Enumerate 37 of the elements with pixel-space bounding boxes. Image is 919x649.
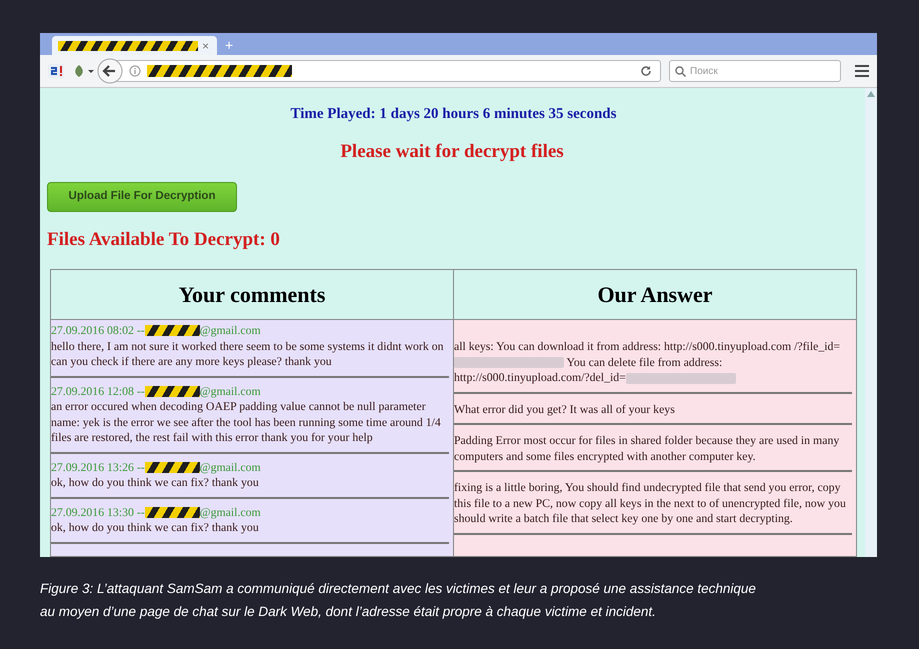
comment-time: 27.09.2016 08:02 -- (51, 323, 145, 338)
files-available: Files Available To Decrypt: 0 (47, 228, 281, 252)
back-icon[interactable] (97, 58, 123, 84)
status-message: Please wait for decrypt files (339, 140, 565, 164)
search-field[interactable]: Поиск (669, 60, 841, 82)
comment-text: ok, how do you think we can fix? thank you (51, 475, 260, 490)
info-icon[interactable] (129, 65, 141, 77)
redaction-stripes (144, 506, 200, 518)
column-header: Our Answer (596, 281, 714, 309)
close-icon[interactable]: × (202, 40, 210, 52)
comment-time: 27.09.2016 13:26 -- (51, 460, 145, 475)
comment-email: @gmail.com (200, 504, 261, 520)
figure-caption: Figure 3: L’attaquant SamSam a communiqué directement avec les victimes et leur a proposé une assistance technique au moyen d’une page de chat sur le Dark Web, dont l’adresse était propre à chaque victime et incident. (40, 580, 757, 621)
answer-text: Padding Error most occur for files in shared folder because they are used in many computers and some files encrypted with another computer key. (454, 433, 840, 464)
browser-tab[interactable]: × (52, 36, 217, 55)
answer-text: fixing is a little boring, You should find undecrypted file that send you error, copy this file to a new PC, now copy all keys in the next to of unencrypted file, now you should write a batch file that select key one by one and start decrypting. (454, 480, 847, 526)
redaction-stripes (144, 386, 200, 397)
comment-email: @gmail.com (200, 323, 261, 338)
menu-icon[interactable] (855, 65, 869, 77)
answer-text: What error did you get? It was all of your keys (454, 402, 676, 417)
comment-text: hello there, I am not sure it worked there seem to be some systems it didnt work on can you check if there are any more keys please? thank you (51, 338, 444, 370)
answer-text: all keys: You can download it from address: http://s000.tinyupload.com /?file_id= You can delete file from address: http://s000.tinyupload.com/?del_id= (454, 339, 842, 386)
comment-email: @gmail.com (200, 460, 261, 475)
reload-icon[interactable] (640, 65, 652, 77)
comment-time: 27.09.2016 12:08 -- (51, 384, 145, 399)
comment-text: ok, how do you think we can fix? thank you (51, 520, 260, 536)
redaction-stripes (144, 462, 200, 473)
redaction-stripes (144, 325, 200, 336)
column-header: Your comments (51, 270, 454, 319)
search-input[interactable]: Поиск (690, 64, 830, 78)
upload-button[interactable]: Upload File For Decryption (47, 182, 237, 212)
search-icon (675, 66, 686, 76)
new-tab-button[interactable]: + (225, 36, 234, 55)
comment-text: an error occured when decoding OAEP padding value cannot be null parameter name: yek is the error we see after the tool has been running some time around 1/4 files are restored, the rest fail with this error thank you for your help (51, 399, 442, 446)
comment-time: 27.09.2016 13:30 -- (51, 504, 145, 520)
time-played: Time Played: 1 days 20 hours 6 minutes 35 seconds (289, 105, 618, 124)
comment-email: @gmail.com (200, 384, 261, 399)
